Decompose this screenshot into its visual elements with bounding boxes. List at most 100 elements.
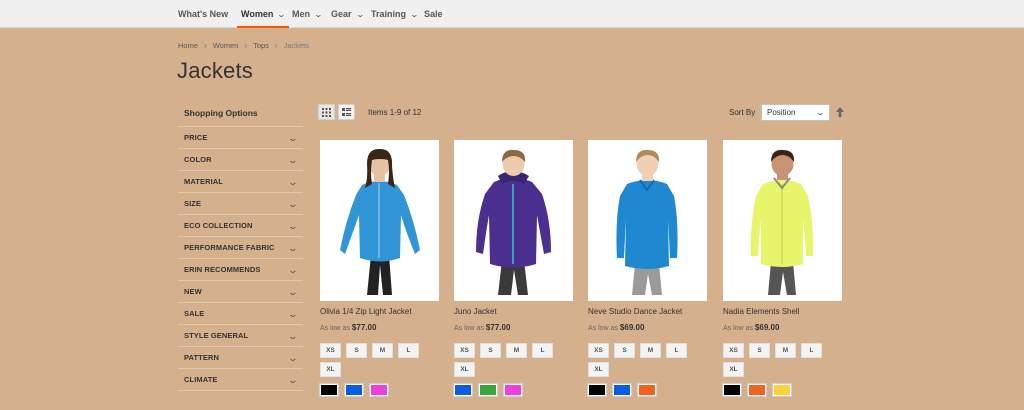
nav-item-sale[interactable]: Sale	[424, 0, 443, 28]
filter-label: Eco Collection	[184, 221, 253, 230]
filter-erin-recommends[interactable]: Erin Recommends ⌄	[178, 259, 303, 281]
nav-item-label: Training	[371, 9, 407, 19]
arrow-up-icon[interactable]	[835, 106, 845, 118]
chevron-down-icon: ⌄	[287, 287, 299, 297]
price-value: $77.00	[351, 323, 377, 332]
size-option-xl[interactable]: XL	[588, 362, 609, 377]
chevron-down-icon: ⌄	[287, 177, 299, 187]
color-swatch[interactable]	[453, 383, 473, 397]
size-options: XS S M L XL	[454, 343, 566, 377]
sort-by-select[interactable]: Position ⌄	[761, 104, 830, 121]
color-swatches	[587, 383, 707, 397]
nav-item-whats-new[interactable]: What's New	[178, 0, 228, 28]
product-photo[interactable]	[588, 140, 707, 301]
product-price: As low as $69.00	[588, 323, 707, 332]
filter-label: Sale	[184, 309, 205, 318]
sort-by-label: Sort By	[729, 108, 756, 117]
product-photo[interactable]	[320, 140, 439, 301]
size-option-xl[interactable]: XL	[320, 362, 341, 377]
product-image	[476, 149, 551, 295]
filter-price[interactable]: Price ⌄	[178, 127, 303, 149]
nav-item-label: What's New	[178, 9, 229, 19]
filter-eco-collection[interactable]: Eco Collection ⌄	[178, 215, 303, 237]
shopping-options-sidebar: Shopping Options Price ⌄ Color ⌄ Material ⌄…	[178, 104, 303, 391]
product-name[interactable]: Neve Studio Dance Jacket	[588, 307, 707, 316]
color-swatch[interactable]	[772, 383, 792, 397]
size-option-s[interactable]: S	[614, 343, 635, 358]
chevron-down-icon: ⌄	[287, 265, 299, 275]
chevron-down-icon: ⌄	[287, 221, 299, 231]
size-option-s[interactable]: S	[480, 343, 501, 358]
size-option-l[interactable]: L	[666, 343, 687, 358]
color-swatch[interactable]	[722, 383, 742, 397]
breadcrumb-tops[interactable]: Tops	[253, 41, 269, 50]
product-image	[340, 148, 420, 295]
filter-style-general[interactable]: Style General ⌄	[178, 325, 303, 347]
size-option-l[interactable]: L	[398, 343, 419, 358]
size-option-m[interactable]: M	[775, 343, 796, 358]
color-swatch[interactable]	[503, 383, 523, 397]
chevron-down-icon: ⌄	[287, 331, 299, 341]
size-option-xl[interactable]: XL	[723, 362, 744, 377]
list-view-button[interactable]	[338, 104, 355, 120]
filter-size[interactable]: Size ⌄	[178, 193, 303, 215]
size-option-l[interactable]: L	[801, 343, 822, 358]
color-swatch[interactable]	[612, 383, 632, 397]
color-swatch[interactable]	[478, 383, 498, 397]
breadcrumb-separator: ›	[244, 41, 248, 50]
chevron-down-icon: ⌄	[287, 243, 299, 253]
product-name[interactable]: Juno Jacket	[454, 307, 573, 316]
size-option-m[interactable]: M	[372, 343, 393, 358]
product-name[interactable]: Olivia 1/4 Zip Light Jacket	[320, 307, 439, 316]
filter-color[interactable]: Color ⌄	[178, 149, 303, 171]
filter-label: Erin Recommends	[184, 265, 261, 274]
size-options: XS S M L XL	[588, 343, 700, 377]
nav-item-women[interactable]: Women ⌄	[236, 0, 290, 28]
filter-sale[interactable]: Sale ⌄	[178, 303, 303, 325]
filter-performance-fabric[interactable]: Performance Fabric ⌄	[178, 237, 303, 259]
sidebar-title: Shopping Options	[178, 104, 303, 127]
product-price: As low as $69.00	[723, 323, 842, 332]
nav-item-training[interactable]: Training ⌄	[371, 0, 419, 28]
filter-material[interactable]: Material ⌄	[178, 171, 303, 193]
size-option-xl[interactable]: XL	[454, 362, 475, 377]
size-option-xs[interactable]: XS	[320, 343, 341, 358]
color-swatch[interactable]	[587, 383, 607, 397]
breadcrumb-home[interactable]: Home	[178, 41, 198, 50]
size-options: XS S M L XL	[320, 343, 432, 377]
chevron-down-icon: ⌄	[287, 133, 299, 143]
filter-label: Price	[184, 133, 208, 142]
nav-item-label: Men	[292, 9, 310, 19]
size-option-s[interactable]: S	[749, 343, 770, 358]
filter-climate[interactable]: Climate ⌄	[178, 369, 303, 391]
size-option-xs[interactable]: XS	[723, 343, 744, 358]
color-swatch[interactable]	[637, 383, 657, 397]
filter-label: Style General	[184, 331, 249, 340]
nav-item-men[interactable]: Men ⌄	[292, 0, 323, 28]
product-image	[616, 149, 678, 295]
color-swatch[interactable]	[747, 383, 767, 397]
color-swatch[interactable]	[319, 383, 339, 397]
size-option-xs[interactable]: XS	[588, 343, 609, 358]
size-option-xs[interactable]: XS	[454, 343, 475, 358]
color-swatch[interactable]	[369, 383, 389, 397]
sort-by-value: Position	[767, 108, 796, 117]
grid-view-button[interactable]	[318, 104, 335, 120]
size-option-m[interactable]: M	[506, 343, 527, 358]
breadcrumb-women[interactable]: Women	[213, 41, 239, 50]
color-swatch[interactable]	[344, 383, 364, 397]
size-option-l[interactable]: L	[532, 343, 553, 358]
price-value: $69.00	[754, 323, 780, 332]
filter-pattern[interactable]: Pattern ⌄	[178, 347, 303, 369]
size-option-s[interactable]: S	[346, 343, 367, 358]
product-item: Neve Studio Dance Jacket As low as $69.0…	[587, 140, 707, 397]
product-name[interactable]: Nadia Elements Shell	[723, 307, 842, 316]
nav-item-gear[interactable]: Gear ⌄	[331, 0, 365, 28]
product-photo[interactable]	[454, 140, 573, 301]
nav-item-label: Sale	[424, 9, 443, 19]
chevron-down-icon: ⌄	[287, 155, 299, 165]
toolbar-amount: Items 1-9 of 12	[368, 108, 422, 117]
size-option-m[interactable]: M	[640, 343, 661, 358]
product-photo[interactable]	[723, 140, 842, 301]
filter-new[interactable]: New ⌄	[178, 281, 303, 303]
